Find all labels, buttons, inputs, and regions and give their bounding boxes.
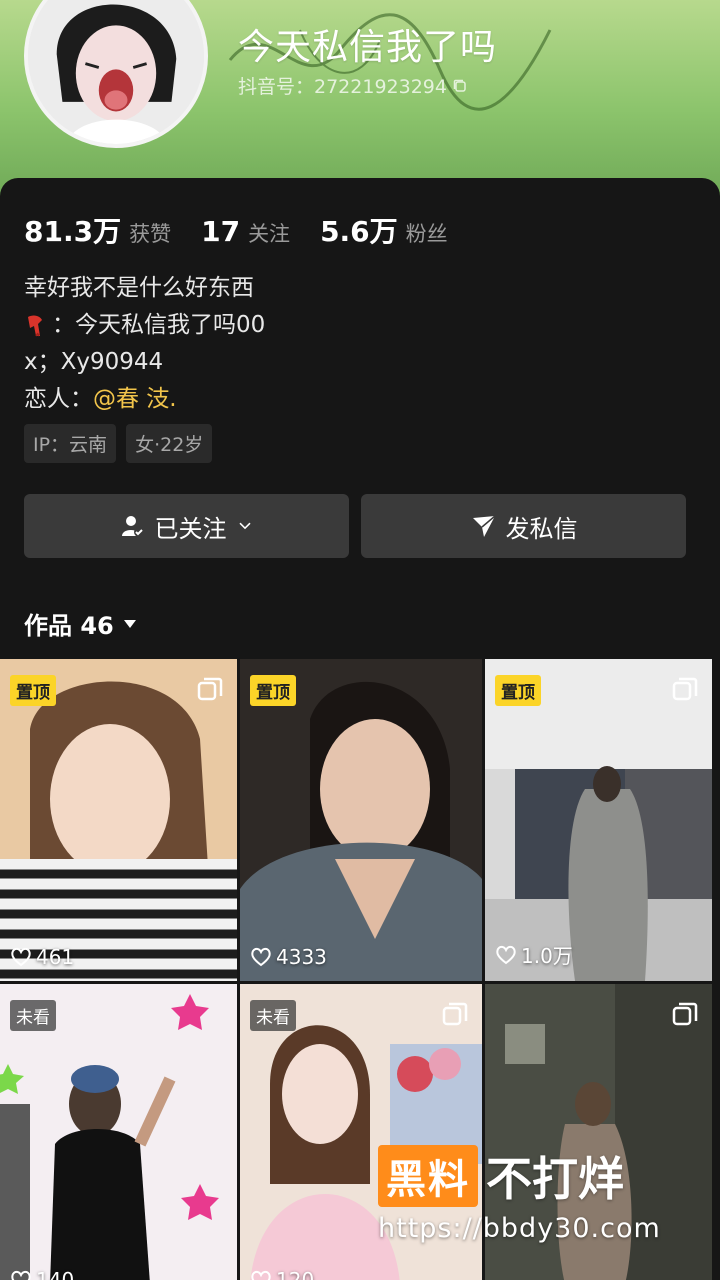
bio-text: ：今天私信我了吗00 bbox=[52, 312, 266, 338]
unwatched-badge: 未看 bbox=[250, 1000, 296, 1031]
profile-header: 今天私信我了吗 抖音号：27221923294 bbox=[0, 0, 720, 200]
bio-text: 恋人： bbox=[24, 386, 93, 412]
douyin-id[interactable]: 抖音号：27221923294 bbox=[238, 72, 467, 99]
chevron-down-icon bbox=[238, 522, 251, 530]
video-tile[interactable]: 置顶 4333 bbox=[240, 659, 482, 981]
nickname: 今天私信我了吗 bbox=[238, 27, 498, 68]
send-message-label: 发私信 bbox=[505, 514, 578, 543]
works-tab-label: 作品 46 bbox=[24, 612, 114, 640]
video-tile[interactable]: 未看 140 bbox=[0, 984, 237, 1280]
like-count-text: 461 bbox=[36, 945, 75, 969]
watermark-logo-text: 不打烊 bbox=[486, 1152, 624, 1206]
gender-age-tag: 女·22岁 bbox=[126, 424, 213, 463]
avatar[interactable] bbox=[24, 0, 208, 148]
video-thumbnail bbox=[0, 659, 237, 981]
video-thumbnail bbox=[240, 659, 482, 981]
profile-card: 81.3万 获赞 17 关注 5.6万 粉丝 幸好我不是什么好东西 ：今天私信我… bbox=[0, 178, 720, 658]
multi-image-icon bbox=[672, 1002, 698, 1026]
multi-image-icon bbox=[197, 677, 223, 701]
stat-value: 5.6万 bbox=[320, 215, 398, 248]
bio-line: x；Xy90944 bbox=[24, 349, 164, 375]
stat-label: 关注 bbox=[248, 222, 291, 246]
douyin-id-text: 抖音号：27221923294 bbox=[238, 76, 447, 98]
heart-icon bbox=[251, 1270, 271, 1280]
heart-icon bbox=[496, 945, 516, 964]
pinned-badge: 置顶 bbox=[10, 675, 56, 706]
pinned-badge: 置顶 bbox=[250, 675, 296, 706]
stat-label: 粉丝 bbox=[405, 222, 448, 246]
like-count-text: 1.0万 bbox=[521, 944, 573, 968]
copy-icon[interactable] bbox=[453, 79, 467, 93]
watermark-logo-box: 黑料 bbox=[378, 1145, 478, 1207]
heart-icon bbox=[11, 1270, 31, 1280]
ip-location-tag: IP：云南 bbox=[24, 424, 117, 463]
pinned-badge: 置顶 bbox=[495, 675, 541, 706]
heart-icon bbox=[251, 947, 271, 967]
works-tab[interactable]: 作品 46 bbox=[24, 606, 138, 641]
stat-likes[interactable]: 81.3万 获赞 bbox=[24, 210, 171, 250]
like-count: 4333 bbox=[250, 945, 327, 969]
triangle-down-icon bbox=[123, 619, 136, 628]
video-tile[interactable]: 置顶 1.0万 bbox=[485, 659, 712, 981]
like-count: 140 bbox=[10, 1268, 74, 1280]
scarf-emoji-icon bbox=[28, 315, 42, 336]
like-count-text: 140 bbox=[36, 1268, 75, 1280]
like-count: 1.0万 bbox=[495, 940, 573, 969]
bio-line: ：今天私信我了吗00 bbox=[24, 307, 265, 344]
stat-value: 81.3万 bbox=[24, 215, 122, 248]
like-count: 461 bbox=[10, 945, 74, 969]
stats-row: 81.3万 获赞 17 关注 5.6万 粉丝 bbox=[24, 210, 478, 250]
send-message-button[interactable]: 发私信 bbox=[361, 494, 686, 558]
following-label: 已关注 bbox=[154, 514, 227, 543]
user-check-icon bbox=[121, 516, 144, 537]
stat-following[interactable]: 17 关注 bbox=[201, 215, 290, 248]
bio-line: 幸好我不是什么好东西 bbox=[24, 275, 254, 301]
partner-mention-link[interactable]: @春 汥. bbox=[93, 381, 177, 418]
bio: 幸好我不是什么好东西 ：今天私信我了吗00 x；Xy90944 恋人： @春 汥… bbox=[24, 270, 265, 418]
heart-icon bbox=[11, 947, 31, 967]
profile-tags: IP：云南 女·22岁 bbox=[24, 424, 213, 463]
video-tile[interactable]: 置顶 461 bbox=[0, 659, 237, 981]
unwatched-badge: 未看 bbox=[10, 1000, 56, 1031]
multi-image-icon bbox=[672, 677, 698, 701]
video-thumbnail bbox=[485, 659, 712, 981]
like-count: 120 bbox=[250, 1268, 314, 1280]
send-icon bbox=[472, 515, 495, 537]
site-watermark: 黑料 不打烊 https://bbdy30.com bbox=[378, 1143, 661, 1244]
multi-image-icon bbox=[442, 1002, 468, 1026]
stat-value: 17 bbox=[201, 215, 241, 248]
action-buttons: 已关注 发私信 bbox=[24, 494, 686, 558]
watermark-url: https://bbdy30.com bbox=[378, 1213, 661, 1244]
stat-followers[interactable]: 5.6万 粉丝 bbox=[320, 210, 448, 250]
stat-label: 获赞 bbox=[129, 222, 172, 246]
like-count-text: 120 bbox=[276, 1268, 315, 1280]
following-button[interactable]: 已关注 bbox=[24, 494, 349, 558]
like-count-text: 4333 bbox=[276, 945, 327, 969]
bio-line: 恋人： @春 汥. bbox=[24, 381, 265, 418]
